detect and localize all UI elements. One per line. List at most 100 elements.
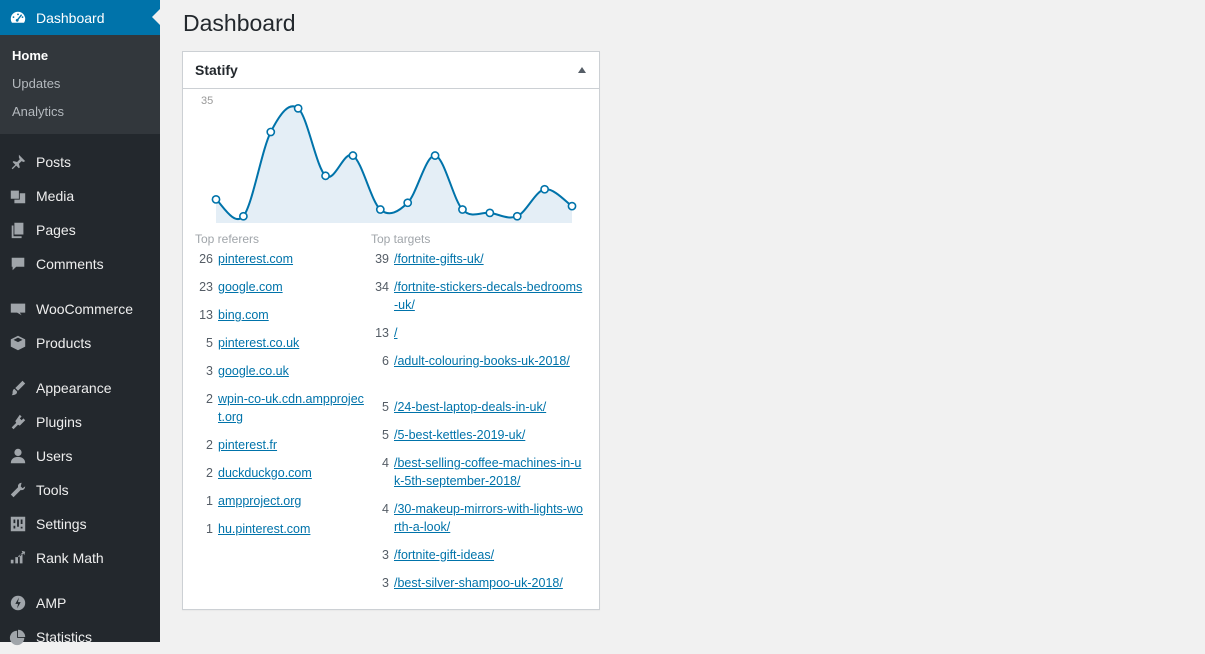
plugins-icon bbox=[0, 413, 36, 431]
chart-point[interactable] bbox=[375, 205, 385, 214]
chart-point[interactable] bbox=[211, 195, 221, 204]
menu-woocommerce-label: WooCommerce bbox=[36, 301, 133, 317]
visit-count: 5 bbox=[206, 336, 213, 350]
list-link[interactable]: hu.pinterest.com bbox=[218, 520, 310, 538]
menu-pages[interactable]: Pages bbox=[0, 213, 160, 247]
list-link[interactable]: /30-makeup-mirrors-with-lights-worth-a-l… bbox=[394, 500, 586, 536]
targets-list: 39/fortnite-gifts-uk/34/fortnite-sticker… bbox=[371, 250, 586, 602]
menu-woocommerce[interactable]: WooCommerce bbox=[0, 292, 160, 326]
list-link[interactable]: /best-silver-shampoo-uk-2018/ bbox=[394, 574, 563, 592]
list-link[interactable]: pinterest.fr bbox=[218, 436, 277, 454]
list-item: 5/24-best-laptop-deals-in-uk/ bbox=[371, 398, 586, 426]
appearance-icon bbox=[0, 379, 36, 397]
chart-point[interactable] bbox=[458, 205, 467, 214]
submenu-updates[interactable]: Updates bbox=[0, 70, 160, 98]
menu-users-label: Users bbox=[36, 448, 73, 464]
chart-point[interactable] bbox=[266, 127, 276, 137]
menu-dashboard[interactable]: Dashboard bbox=[0, 0, 160, 35]
menu-tools[interactable]: Tools bbox=[0, 473, 160, 507]
menu-posts-label: Posts bbox=[36, 154, 72, 170]
chart-point[interactable] bbox=[540, 184, 550, 194]
list-item: 34/fortnite-stickers-decals-bedrooms-uk/ bbox=[371, 278, 586, 324]
list-link[interactable]: /24-best-laptop-deals-in-uk/ bbox=[394, 398, 546, 416]
statify-widget: Statify 35 Top referers 26 pinterest.com 2… bbox=[182, 51, 600, 610]
list-item: 5/5-best-kettles-2019-uk/ bbox=[371, 426, 586, 454]
visit-count: 13 bbox=[199, 308, 213, 322]
menu-settings[interactable]: Settings bbox=[0, 507, 160, 541]
list-link[interactable]: ampproject.org bbox=[218, 492, 301, 510]
visit-count: 5 bbox=[382, 400, 389, 414]
visit-count: 23 bbox=[199, 280, 213, 294]
list-link[interactable]: /fortnite-gift-ideas/ bbox=[394, 546, 494, 564]
visit-count: 4 bbox=[382, 502, 389, 516]
visit-count: 3 bbox=[382, 548, 389, 562]
chart-point[interactable] bbox=[567, 201, 577, 211]
menu-separator bbox=[0, 134, 160, 145]
chart-point[interactable] bbox=[512, 211, 522, 221]
menu-appearance-label: Appearance bbox=[36, 380, 112, 396]
submenu-home[interactable]: Home bbox=[0, 42, 160, 70]
list-item: 39/fortnite-gifts-uk/ bbox=[371, 250, 586, 278]
list-link[interactable]: /fortnite-stickers-decals-bedrooms-uk/ bbox=[394, 278, 586, 314]
menu-posts[interactable]: Posts bbox=[0, 145, 160, 179]
chart-point[interactable] bbox=[430, 151, 440, 160]
visit-count: 6 bbox=[382, 354, 389, 368]
visits-chart bbox=[211, 103, 577, 223]
menu-products-label: Products bbox=[36, 335, 92, 351]
menu-plugins[interactable]: Plugins bbox=[0, 405, 160, 439]
menu-media[interactable]: Media bbox=[0, 179, 160, 213]
chart-point[interactable] bbox=[403, 198, 413, 208]
menu-media-label: Media bbox=[36, 188, 75, 204]
visit-count: 1 bbox=[206, 522, 213, 536]
menu-users[interactable]: Users bbox=[0, 439, 160, 473]
users-icon bbox=[0, 447, 36, 465]
top-referers-column: Top referers 26 pinterest.com 23 google.com… bbox=[195, 230, 365, 548]
menu-statistics[interactable]: Statistics bbox=[0, 620, 160, 654]
list-link[interactable]: google.co.uk bbox=[218, 362, 289, 380]
chart-point[interactable] bbox=[293, 103, 303, 113]
list-link[interactable]: duckduckgo.com bbox=[218, 464, 312, 482]
menu-rankmath[interactable]: Rank Math bbox=[0, 541, 160, 575]
menu-comments[interactable]: Comments bbox=[0, 247, 160, 281]
list-item: 26 pinterest.com bbox=[195, 250, 365, 278]
menu-amp[interactable]: AMP bbox=[0, 586, 160, 620]
list-link[interactable]: pinterest.com bbox=[218, 250, 293, 268]
list-link[interactable]: /fortnite-gifts-uk/ bbox=[394, 250, 484, 268]
list-item: 1 hu.pinterest.com bbox=[195, 520, 365, 548]
visit-count: 3 bbox=[206, 364, 213, 378]
menu-dashboard-label: Dashboard bbox=[36, 9, 105, 26]
visit-count: 1 bbox=[206, 494, 213, 508]
page-title: Dashboard bbox=[183, 10, 296, 36]
chart-point[interactable] bbox=[321, 171, 330, 181]
list-link[interactable]: /adult-colouring-books-uk-2018/ bbox=[394, 352, 570, 370]
list-item: 23 google.com bbox=[195, 278, 365, 306]
menu-products[interactable]: Products bbox=[0, 326, 160, 360]
list-link[interactable]: /best-selling-coffee-machines-in-uk-5th-… bbox=[394, 454, 586, 490]
chart-point[interactable] bbox=[348, 151, 358, 160]
list-link[interactable]: pinterest.co.uk bbox=[218, 334, 299, 352]
list-item: 4/best-selling-coffee-machines-in-uk-5th… bbox=[371, 454, 586, 500]
list-link[interactable]: google.com bbox=[218, 278, 283, 296]
rankmath-icon bbox=[0, 549, 36, 567]
list-link[interactable]: /5-best-kettles-2019-uk/ bbox=[394, 426, 525, 444]
widget-header[interactable]: Statify bbox=[183, 52, 599, 89]
pages-icon bbox=[0, 221, 36, 239]
chart-point[interactable] bbox=[485, 208, 495, 218]
list-link[interactable]: / bbox=[394, 324, 397, 342]
menu-statistics-label: Statistics bbox=[36, 629, 93, 645]
chart-point[interactable] bbox=[238, 211, 248, 221]
statistics-icon bbox=[0, 628, 36, 646]
top-referers-label: Top referers bbox=[195, 232, 260, 246]
list-item: 2 pinterest.fr bbox=[195, 436, 365, 464]
visit-count: 34 bbox=[375, 280, 389, 294]
submenu-analytics[interactable]: Analytics bbox=[0, 98, 160, 126]
menu-appearance[interactable]: Appearance bbox=[0, 371, 160, 405]
list-link[interactable]: wpin-co-uk.cdn.ampproject.org bbox=[218, 390, 365, 426]
menu-pages-label: Pages bbox=[36, 222, 76, 238]
menu-separator bbox=[0, 575, 160, 586]
collapse-toggle-icon[interactable] bbox=[577, 65, 587, 75]
menu-separator bbox=[0, 360, 160, 371]
list-link[interactable]: bing.com bbox=[218, 306, 269, 324]
widget-title: Statify bbox=[195, 62, 238, 78]
top-targets-column: Top targets 39/fortnite-gifts-uk/34/fort… bbox=[371, 230, 586, 602]
